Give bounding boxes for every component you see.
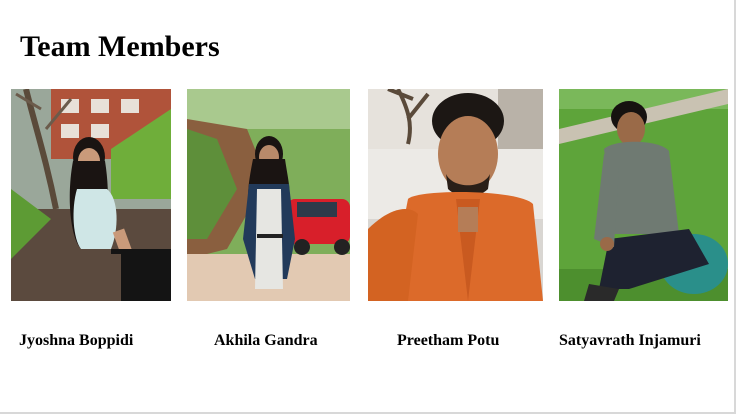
member-name-2: Akhila Gandra: [214, 332, 318, 349]
member-name-4: Satyavrath Injamuri: [559, 332, 701, 349]
page-title: Team Members: [20, 30, 220, 63]
member-name-1: Jyoshna Boppidi: [19, 332, 134, 349]
member-photo-4: [559, 89, 728, 301]
member-name-3: Preetham Potu: [397, 332, 500, 349]
member-photo-2: [187, 89, 350, 301]
member-photo-3: [368, 89, 543, 301]
member-photo-1: [11, 89, 171, 301]
